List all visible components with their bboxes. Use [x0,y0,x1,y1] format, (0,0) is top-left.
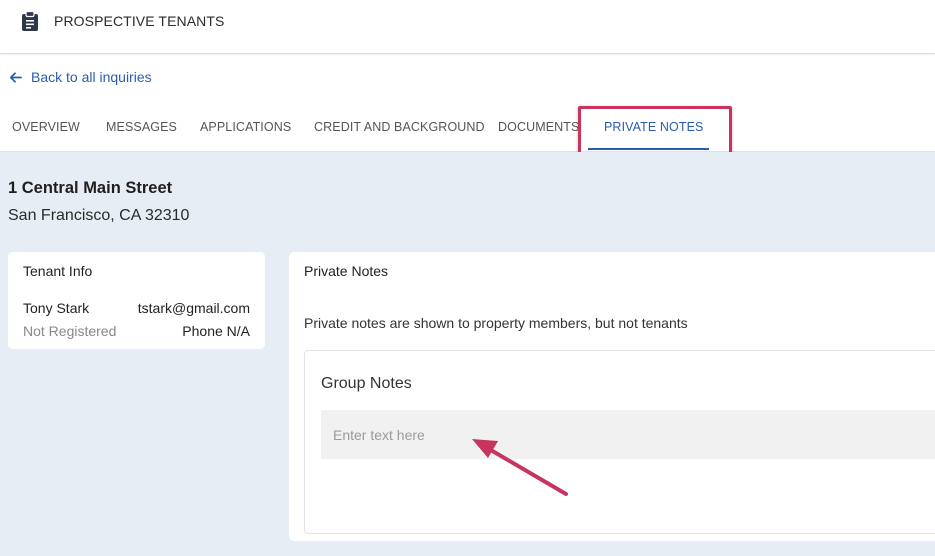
page-title: PROSPECTIVE TENANTS [54,13,225,29]
tenant-phone: Phone N/A [182,323,250,339]
tenant-info-title: Tenant Info [23,263,93,279]
tenant-info-card: Tenant Info Tony Stark tstark@gmail.com … [8,252,265,349]
property-city: San Francisco, CA 32310 [8,207,190,224]
arrow-left-icon [9,71,22,83]
group-notes-input[interactable] [321,410,935,459]
group-notes-section: Group Notes [304,350,935,534]
private-notes-description: Private notes are shown to property memb… [304,315,688,331]
tab-bar: OVERVIEW MESSAGES APPLICATIONS CREDIT AN… [0,104,935,152]
tab-overview[interactable]: OVERVIEW [12,120,80,134]
tenant-name: Tony Stark [23,300,90,316]
private-notes-card: Private Notes Private notes are shown to… [289,252,935,541]
tenant-status: Not Registered [23,323,117,339]
private-notes-title: Private Notes [304,263,389,279]
back-to-inquiries-link[interactable]: Back to all inquiries [8,69,152,85]
tab-documents[interactable]: DOCUMENTS [498,120,579,134]
tab-messages[interactable]: MESSAGES [106,120,177,134]
tenant-email: tstark@gmail.com [137,300,250,316]
app-header: PROSPECTIVE TENANTS [0,0,935,54]
tab-credit-and-background[interactable]: CREDIT AND BACKGROUND [314,120,485,134]
clipboard-icon [22,11,38,31]
property-street: 1 Central Main Street [8,179,173,197]
tab-applications[interactable]: APPLICATIONS [200,120,291,134]
main-content: 1 Central Main Street San Francisco, CA … [0,152,935,556]
back-link-label: Back to all inquiries [31,69,152,85]
group-notes-title: Group Notes [321,375,412,392]
